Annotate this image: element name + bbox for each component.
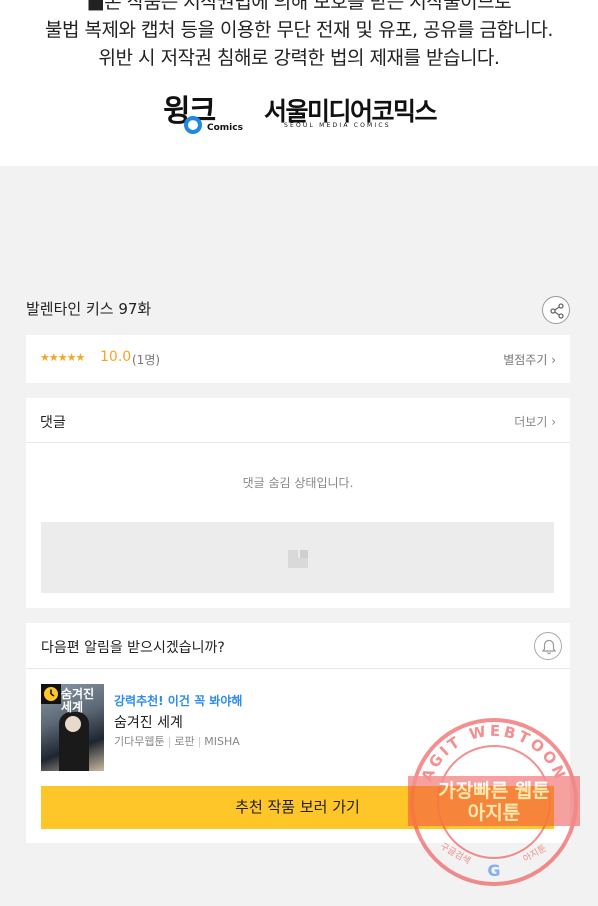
- share-icon: [550, 303, 564, 319]
- recommendation-title[interactable]: 숨겨진 세계: [114, 712, 183, 732]
- notification-bell-button[interactable]: [534, 632, 562, 660]
- bell-icon: [541, 639, 557, 655]
- ad-placeholder: [41, 522, 554, 593]
- comment-more-link[interactable]: 더보기 ›: [514, 413, 556, 430]
- rate-button[interactable]: 별점주기 ›: [503, 351, 556, 368]
- comment-hidden-notice: 댓글 숨김 상태입니다.: [242, 476, 354, 490]
- wink-comics-logo: 윙크 Comics: [163, 86, 248, 138]
- recommendation-category: 로판: [174, 735, 195, 748]
- wait-free-badge: [41, 684, 61, 704]
- copyright-notice: ■본 작품은 저작권법에 의해 보호를 받는 저작물이므로 불법 복제와 캡처 …: [0, 0, 598, 166]
- wink-logo-ring: [184, 116, 202, 134]
- thumbnail-face: [65, 716, 81, 732]
- comment-title: 댓글: [40, 415, 66, 431]
- rating-stars: ★★★★★: [40, 351, 85, 364]
- recommendation-tag: 강력추천! 이건 꼭 봐야해: [114, 694, 243, 708]
- share-button[interactable]: [542, 296, 570, 324]
- next-episode-header: 다음편 알림을 받으시겠습니까?: [26, 623, 570, 669]
- watermark-bottom-right: 아지툰: [521, 843, 548, 865]
- clock-icon: [44, 687, 58, 701]
- rating-count: (1명): [132, 353, 161, 367]
- thumbnail-title: 숨겨진 세계: [61, 687, 95, 714]
- next-episode-question: 다음편 알림을 받으시겠습니까?: [41, 640, 225, 656]
- comment-card: 댓글 더보기 › 댓글 숨김 상태입니다.: [26, 398, 570, 608]
- watermark-bottom-left: 구글검색: [438, 840, 473, 867]
- next-episode-card: 다음편 알림을 받으시겠습니까? 숨겨진 세계 강력추천! 이건 꼭 봐야해 숨…: [26, 623, 570, 843]
- recommendation-author: MISHA: [204, 735, 240, 748]
- image-placeholder-icon: [288, 548, 308, 568]
- view-recommendation-button[interactable]: 추천 작품 보러 가기: [41, 786, 554, 829]
- seoul-media-comics-logo: 서울미디어코믹스 SEOUL MEDIA COMICS: [264, 92, 444, 132]
- notice-line: 불법 복제와 캡처 등을 이용한 무단 전재 및 유포, 공유를 금합니다.: [45, 19, 553, 41]
- rating-card: ★★★★★ 10.0 (1명) 별점주기 ›: [26, 335, 570, 383]
- episode-title: 발렌타인 키스 97화: [26, 300, 152, 318]
- notice-line: 위반 시 저작권 침해로 강력한 법의 제재를 받습니다.: [98, 47, 500, 69]
- recommendation-meta: 기다무웹툰 | 로판 | MISHA: [114, 735, 240, 748]
- seoul-logo-sub: SEOUL MEDIA COMICS: [284, 122, 391, 129]
- wink-logo-sub: Comics: [207, 123, 243, 133]
- recommendation-genre: 기다무웹툰: [114, 735, 165, 748]
- notice-line: ■본 작품은 저작권법에 의해 보호를 받는 저작물이므로: [86, 0, 512, 13]
- recommendation-thumbnail[interactable]: 숨겨진 세계: [41, 684, 104, 771]
- rating-score: 10.0: [100, 349, 132, 365]
- comment-header: 댓글 더보기 ›: [26, 398, 570, 443]
- google-icon: G: [487, 861, 500, 880]
